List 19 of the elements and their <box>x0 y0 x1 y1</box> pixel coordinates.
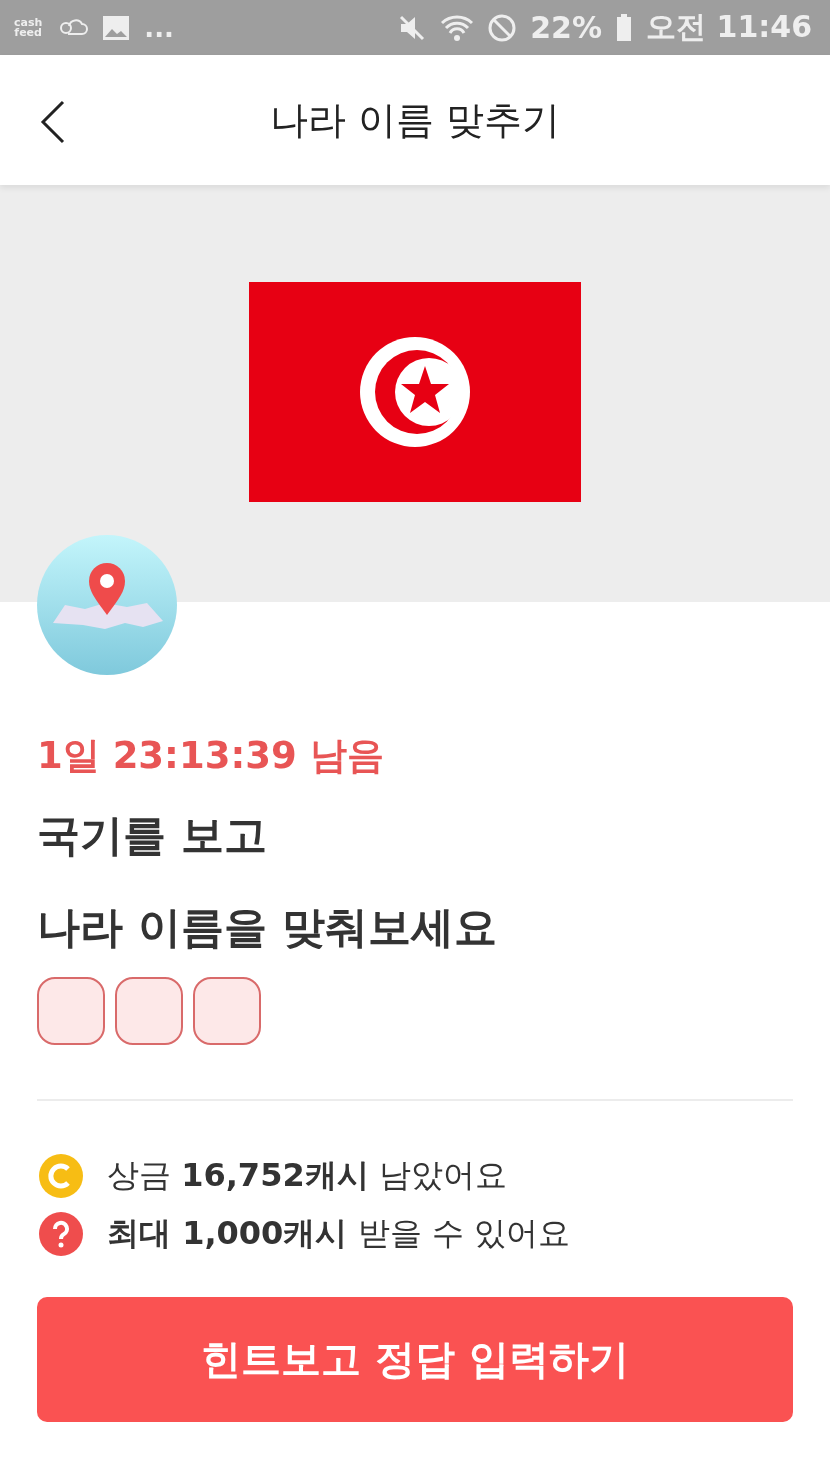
info-text: 상금 16,752캐시 남았어요 <box>107 1155 507 1196</box>
image-icon <box>102 14 131 41</box>
blocked-icon <box>488 13 517 42</box>
question-icon <box>37 1210 85 1258</box>
clock: 오전 11:46 <box>646 8 812 46</box>
battery-icon <box>616 13 633 42</box>
page-title: 나라 이름 맞추기 <box>269 96 561 144</box>
coin-icon <box>37 1152 85 1200</box>
wifi-icon <box>440 13 475 42</box>
info-text: 최대 1,000캐시 받을 수 있어요 <box>107 1213 570 1254</box>
question-text: 국기를 보고 <box>37 809 268 862</box>
app-logo: cash feed <box>14 17 43 38</box>
back-icon[interactable] <box>40 100 66 144</box>
mute-icon <box>398 13 427 42</box>
more-notifications: ... <box>144 12 174 43</box>
countdown-timer: 1일 23:13:39 남음 <box>37 733 385 779</box>
hint-answer-button[interactable]: 힌트보고 정답 입력하기 <box>37 1297 793 1422</box>
battery-percent: 22% <box>530 10 603 45</box>
question-text: 나라 이름을 맞춰보세요 <box>37 901 498 954</box>
